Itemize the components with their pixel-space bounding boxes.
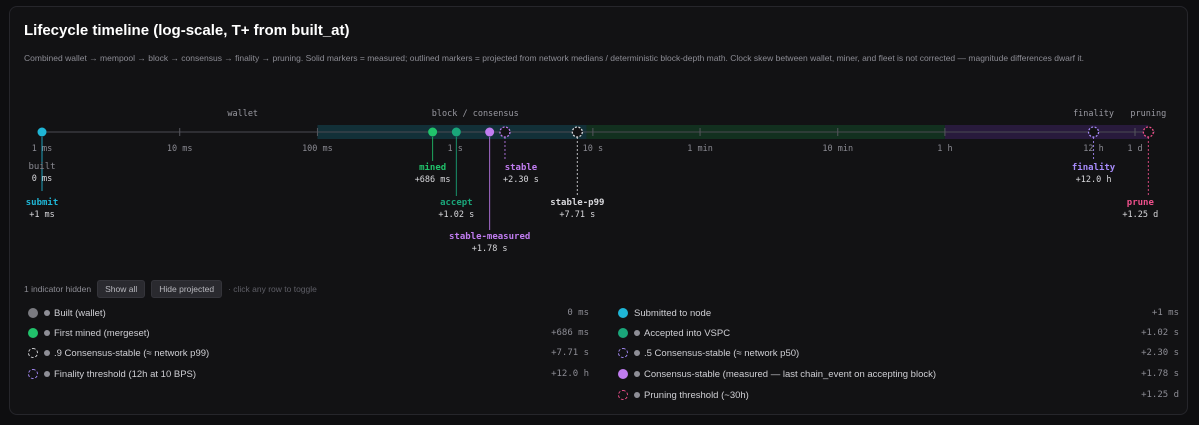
tick-label: 1 h xyxy=(937,144,952,154)
legend-row-stable-p99[interactable]: .9 Consensus-stable (≈ network p99) +7.7… xyxy=(24,344,589,362)
legend-label: .9 Consensus-stable (≈ network p99) xyxy=(54,347,210,359)
event-name-label: stable-measured xyxy=(449,232,530,242)
marker-swatch-icon xyxy=(618,369,628,379)
tick-label: 10 ms xyxy=(167,144,193,154)
event-time-label: +7.71 s xyxy=(559,210,595,220)
dot-icon xyxy=(44,371,50,377)
legend-label: Built (wallet) xyxy=(54,307,106,319)
event-name-label: stable xyxy=(505,163,538,173)
event-time-label: +1 ms xyxy=(29,210,55,220)
toggle-hint: · click any row to toggle xyxy=(228,284,317,294)
event-time-label: +2.30 s xyxy=(503,175,539,185)
event-name-label: mined xyxy=(419,162,446,173)
legend-label: Finality threshold (12h at 10 BPS) xyxy=(54,368,197,380)
timeline-axis: 1 ms 10 ms 100 ms 1 s 10 s1 min 10 min 1 h 12 h… xyxy=(32,128,1155,154)
event-time-label: +1.25 d xyxy=(1122,210,1158,220)
dot-icon xyxy=(44,350,50,356)
event-name-label: accept xyxy=(440,198,473,208)
dot-icon xyxy=(634,371,640,377)
event-time-label: +686 ms xyxy=(415,175,451,185)
tick-label: 1 d xyxy=(1127,144,1142,154)
event-labels: built 0 ms submit +1 ms mined +686 ms accept +1… xyxy=(26,162,1159,254)
toolbar: 1 indicator hidden Show all Hide project… xyxy=(24,280,317,298)
marker-swatch-icon xyxy=(28,328,38,338)
legend-row-stable-p50[interactable]: .5 Consensus-stable (≈ network p50) +2.3… xyxy=(614,344,1179,362)
legend-value: +1 ms xyxy=(1151,308,1179,318)
event-time-label: +1.78 s xyxy=(472,244,508,254)
tick-label: 100 ms xyxy=(302,144,333,154)
legend-value: +686 ms xyxy=(551,328,589,338)
event-name-label: submit xyxy=(26,197,59,208)
marker-stable xyxy=(499,126,511,138)
event-time-label: 0 ms xyxy=(32,174,52,184)
dot-icon xyxy=(44,310,50,316)
tick-label: 10 s xyxy=(583,144,603,154)
marker-swatch-icon xyxy=(28,369,38,379)
tick-label: 10 min xyxy=(822,144,853,154)
dot-icon xyxy=(634,350,640,356)
hidden-count-text: 1 indicator hidden xyxy=(24,284,92,294)
legend-label: Accepted into VSPC xyxy=(644,327,731,339)
legend-value: +1.02 s xyxy=(1141,328,1179,338)
legend-value: +2.30 s xyxy=(1141,348,1179,358)
marker-finality xyxy=(1087,126,1100,138)
lifecycle-card: Lifecycle timeline (log-scale, T+ from b… xyxy=(9,6,1188,415)
tick-label: 1 min xyxy=(687,144,713,154)
legend-row-mined[interactable]: First mined (mergeset) +686 ms xyxy=(24,324,589,342)
legend-value: +7.71 s xyxy=(551,348,589,358)
show-all-button[interactable]: Show all xyxy=(97,280,146,298)
event-name-label: finality xyxy=(1072,162,1116,173)
dot-icon xyxy=(634,392,640,398)
legend-label: Pruning threshold (~30h) xyxy=(644,389,749,401)
legend-row-prune[interactable]: Pruning threshold (~30h) +1.25 d xyxy=(614,386,1179,404)
event-time-label: +1.02 s xyxy=(438,210,474,220)
phase-labels: wallet block / consensus finality pruning xyxy=(227,109,1166,119)
timeline-chart: 1 ms 10 ms 100 ms 1 s 10 s1 min 10 min 1 h 12 h… xyxy=(26,109,1167,254)
marker-stable-measured xyxy=(485,127,495,137)
event-name-label: prune xyxy=(1127,198,1155,208)
phase-label: wallet xyxy=(227,109,258,119)
marker-accept xyxy=(451,127,461,137)
marker-submit xyxy=(37,127,47,137)
marker-stable-p99 xyxy=(571,126,583,138)
hide-projected-button[interactable]: Hide projected xyxy=(151,280,223,298)
legend-row-submit[interactable]: Submitted to node +1 ms xyxy=(614,304,1179,322)
marker-swatch-icon xyxy=(28,308,38,318)
legend-row-accept[interactable]: Accepted into VSPC +1.02 s xyxy=(614,324,1179,342)
event-time-label: +12.0 h xyxy=(1076,175,1112,185)
phase-label: block / consensus xyxy=(432,109,519,119)
legend-value: +1.78 s xyxy=(1141,369,1179,379)
legend-row-built[interactable]: Built (wallet) 0 ms xyxy=(24,304,589,322)
marker-swatch-icon xyxy=(618,390,628,400)
event-name-label: stable-p99 xyxy=(550,198,604,208)
legend-label: Submitted to node xyxy=(634,307,712,319)
legend-value: +1.25 d xyxy=(1141,390,1179,400)
tick-label: 1 s xyxy=(447,144,462,154)
marker-swatch-icon xyxy=(618,308,628,318)
event-name-label: built xyxy=(28,162,55,172)
dot-icon xyxy=(634,330,640,336)
legend-label: Consensus-stable (measured — last chain_… xyxy=(644,368,937,380)
legend-label: First mined (mergeset) xyxy=(54,327,150,339)
legend-value: +12.0 h xyxy=(551,369,589,379)
phase-label: pruning xyxy=(1130,109,1166,119)
dot-icon xyxy=(44,330,50,336)
marker-swatch-icon xyxy=(618,328,628,338)
legend-row-finality[interactable]: Finality threshold (12h at 10 BPS) +12.0… xyxy=(24,365,589,383)
marker-prune xyxy=(1142,126,1154,138)
legend-row-stable-measured[interactable]: Consensus-stable (measured — last chain_… xyxy=(614,365,1179,383)
marker-mined xyxy=(428,127,438,137)
marker-swatch-icon xyxy=(618,348,628,358)
phase-label: finality xyxy=(1073,109,1114,119)
legend-label: .5 Consensus-stable (≈ network p50) xyxy=(644,347,800,359)
legend-value: 0 ms xyxy=(567,308,589,318)
marker-swatch-icon xyxy=(28,348,38,358)
